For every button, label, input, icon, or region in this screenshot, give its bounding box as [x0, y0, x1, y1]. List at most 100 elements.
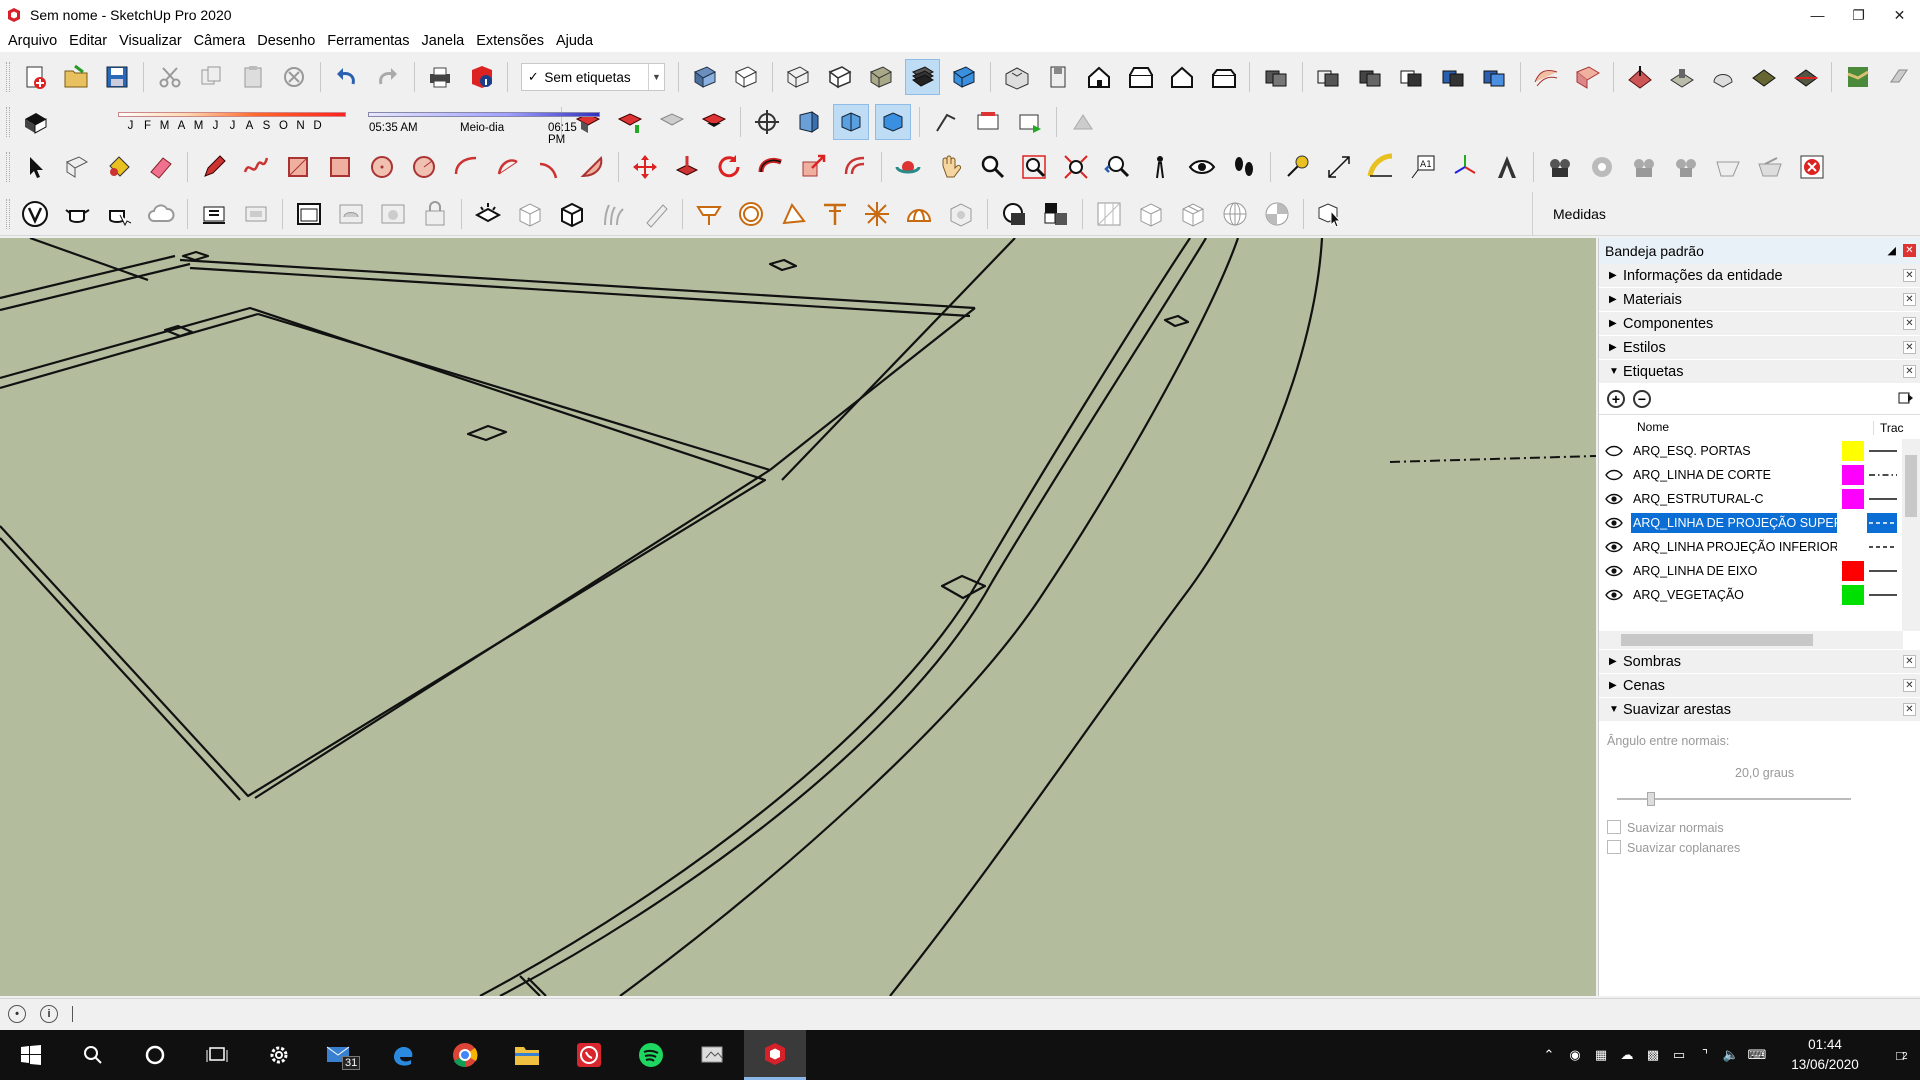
extension-warehouse-icon[interactable]: [1584, 149, 1620, 185]
tag-color-swatch[interactable]: [1842, 561, 1864, 581]
model-viewport[interactable]: [0, 238, 1596, 996]
material-editor-icon[interactable]: [333, 196, 369, 232]
smooth-normals-checkbox[interactable]: [1607, 820, 1621, 834]
tag-color-swatch[interactable]: [1842, 585, 1864, 605]
panel-close-icon[interactable]: ✕: [1903, 703, 1916, 716]
tag-dash-style[interactable]: [1867, 441, 1897, 461]
tag-row[interactable]: ARQ_ESQ. PORTAS: [1599, 439, 1899, 463]
previous-view-icon[interactable]: [1100, 149, 1136, 185]
menu-camera[interactable]: Câmera: [188, 33, 252, 49]
tag-dash-style[interactable]: [1867, 585, 1897, 605]
toolbar-grip[interactable]: [6, 152, 10, 182]
parallel-projection-icon[interactable]: [875, 104, 911, 140]
warehouse-icon[interactable]: [1542, 149, 1578, 185]
send-to-layout-icon[interactable]: [1710, 149, 1746, 185]
flip-edge-icon[interactable]: [1788, 59, 1823, 95]
print-icon[interactable]: [423, 59, 458, 95]
column-name[interactable]: Nome: [1637, 420, 1669, 434]
tag-row[interactable]: ARQ_LINHA DE PROJEÇÃO SUPERIOR: [1599, 511, 1899, 535]
panel-tags[interactable]: ▼ Etiquetas ✕: [1599, 360, 1920, 384]
pie-icon[interactable]: [574, 149, 610, 185]
pan-hand-icon[interactable]: [932, 149, 968, 185]
menu-ferramentas[interactable]: Ferramentas: [321, 33, 415, 49]
sandbox-contours-icon[interactable]: [1529, 59, 1564, 95]
scene-update-icon[interactable]: [1012, 104, 1048, 140]
ies-light-icon[interactable]: [817, 196, 853, 232]
lock-icon[interactable]: [417, 196, 453, 232]
iso-view-icon[interactable]: [999, 59, 1034, 95]
sphere-light-icon[interactable]: [733, 196, 769, 232]
select-arrow-icon[interactable]: [17, 149, 53, 185]
panel-materials[interactable]: ▶ Materiais ✕: [1599, 288, 1920, 312]
solid-subtract-icon[interactable]: [1393, 59, 1428, 95]
omni-light-icon[interactable]: [859, 196, 895, 232]
shaded-icon[interactable]: [864, 59, 899, 95]
axes-icon[interactable]: [1447, 149, 1483, 185]
cloud-render-icon[interactable]: [143, 196, 179, 232]
scenes-icon[interactable]: [970, 104, 1006, 140]
panel-styles[interactable]: ▶ Estilos ✕: [1599, 336, 1920, 360]
dimension-icon[interactable]: [1321, 149, 1357, 185]
box-map-icon[interactable]: [1133, 196, 1169, 232]
undo-icon[interactable]: [329, 59, 364, 95]
tag-color-swatch[interactable]: [1842, 465, 1864, 485]
soften-coplanar-checkbox[interactable]: [1607, 840, 1621, 854]
eye-visible-icon[interactable]: [1605, 517, 1623, 529]
smoove-icon[interactable]: [1622, 59, 1657, 95]
tag-name[interactable]: ARQ_ESTRUTURAL-C: [1631, 489, 1837, 509]
solid-union-icon[interactable]: [1311, 59, 1346, 95]
spotify-icon[interactable]: [620, 1030, 682, 1080]
toolbar-grip[interactable]: [6, 198, 10, 229]
panel-scenes[interactable]: ▶ Cenas ✕: [1599, 674, 1920, 698]
grid-uv-icon[interactable]: [1091, 196, 1127, 232]
panel-close-icon[interactable]: ✕: [1903, 655, 1916, 668]
spot-light-icon[interactable]: [775, 196, 811, 232]
notification-center-icon[interactable]: □ 2: [1880, 1045, 1920, 1065]
restore-button[interactable]: ❐: [1838, 0, 1879, 30]
shadows-toggle-icon[interactable]: [17, 104, 53, 140]
panel-close-icon[interactable]: ✕: [1903, 365, 1916, 378]
tag-name[interactable]: ARQ_LINHA PROJEÇÃO INFERIOR: [1631, 537, 1837, 557]
eye-visible-icon[interactable]: [1605, 565, 1623, 577]
zoom-window-icon[interactable]: [1016, 149, 1052, 185]
details-arrow-icon[interactable]: [1898, 390, 1914, 406]
panel-components[interactable]: ▶ Componentes ✕: [1599, 312, 1920, 336]
erase-delete-icon[interactable]: [276, 59, 311, 95]
walk-icon[interactable]: [1226, 149, 1262, 185]
tag-dash-style[interactable]: [1867, 561, 1897, 581]
panel-soften-edges[interactable]: ▼ Suavizar arestas ✕: [1599, 698, 1920, 722]
close-red-icon[interactable]: [1794, 149, 1830, 185]
column-dashes[interactable]: Trac: [1873, 421, 1904, 435]
clock[interactable]: 01:44 13/06/2020: [1780, 1035, 1870, 1075]
rotated-rectangle-icon[interactable]: [322, 149, 358, 185]
geo-location-status-icon[interactable]: •: [8, 1004, 26, 1023]
uv-checker-icon[interactable]: [1038, 196, 1074, 232]
asset-editor-icon[interactable]: [375, 196, 411, 232]
solid-split-icon[interactable]: [1476, 59, 1511, 95]
box-icon[interactable]: [512, 196, 548, 232]
eye-hidden-icon[interactable]: [1605, 469, 1623, 481]
tag-row[interactable]: ARQ_LINHA PROJEÇÃO INFERIOR: [1599, 535, 1899, 559]
tag-select-dropdown[interactable]: ✓ Sem etiquetas ▼: [521, 63, 665, 91]
circle-icon[interactable]: [364, 149, 400, 185]
back-edges-icon[interactable]: [728, 59, 763, 95]
panel-close-icon[interactable]: ✕: [1903, 679, 1916, 692]
onedrive-cloud-icon[interactable]: ☁: [1614, 1045, 1640, 1065]
follow-me-icon[interactable]: [753, 149, 789, 185]
tag-row[interactable]: ARQ_LINHA DE CORTE: [1599, 463, 1899, 487]
eraser-icon[interactable]: [143, 149, 179, 185]
share-model-icon[interactable]: [1626, 149, 1662, 185]
infinite-plane-icon[interactable]: [691, 196, 727, 232]
toolbar-grip[interactable]: [6, 62, 10, 92]
battery-icon[interactable]: ▭: [1666, 1045, 1692, 1065]
mesh-light-icon[interactable]: [943, 196, 979, 232]
tray-close-icon[interactable]: ✕: [1903, 244, 1916, 257]
tag-dash-style[interactable]: [1867, 489, 1897, 509]
chevron-up-icon[interactable]: ⌃: [1536, 1045, 1562, 1065]
open-folder-icon[interactable]: [58, 59, 93, 95]
eye-visible-icon[interactable]: [1605, 589, 1623, 601]
task-view-icon[interactable]: [186, 1030, 248, 1080]
windows-start-icon[interactable]: [0, 1030, 62, 1080]
menu-editar[interactable]: Editar: [63, 33, 113, 49]
whatsapp-icon[interactable]: [558, 1030, 620, 1080]
